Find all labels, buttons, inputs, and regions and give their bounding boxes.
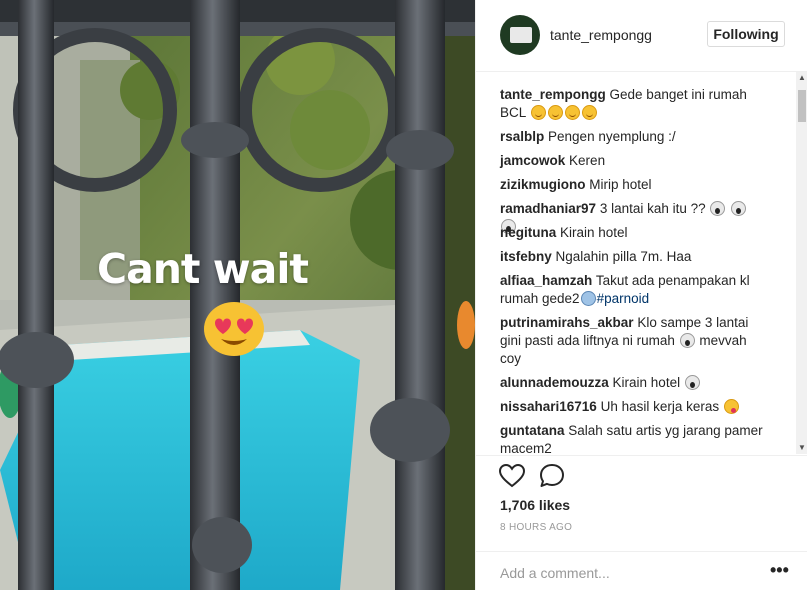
scream-emoji-icon [684,375,700,390]
comment-username[interactable]: putrinamirahs_akbar [500,315,634,330]
list-item: putrinamirahs_akbar Klo sampe 3 lantai g… [500,314,766,368]
comment-text: Ngalahin pilla 7m. Haa [555,249,692,264]
comment-text: 3 lantai kah itu ?? [599,201,706,216]
list-item: alunnademouzza Kirain hotel [500,374,766,392]
list-item: tante_rempongg Gede banget ini rumah BCL [500,86,766,122]
list-item: alfiaa_hamzah Takut ada penampakan kl ru… [500,272,766,308]
list-item: nissahari16716 Uh hasil kerja keras [500,398,766,416]
scream-emoji-icon [679,333,695,348]
comment-username[interactable]: negituna [500,225,556,240]
avatar[interactable] [500,15,540,55]
post-detail-panel: tante_rempongg Following tante_rempongg … [475,0,807,590]
smile-emoji-icon [581,105,597,120]
post-header: tante_rempongg Following [476,0,807,72]
comment-username[interactable]: zizikmugiono [500,177,586,192]
comment-text: Keren [569,153,606,168]
comment-username[interactable]: jamcowok [500,153,565,168]
scream-emoji-icon [731,201,747,216]
list-item: rsalblp Pengen nyemplung :/ [500,128,766,146]
comment-username[interactable]: alunnademouzza [500,375,609,390]
list-item: itsfebny Ngalahin pilla 7m. Haa [500,248,766,266]
comment-username[interactable]: ramadhaniar97 [500,201,596,216]
comment-username[interactable]: guntatana [500,423,565,438]
comment-scrollbar[interactable]: ▲ ▼ [796,72,807,454]
scroll-up-icon[interactable]: ▲ [798,74,806,82]
post-timestamp[interactable]: 8 HOURS AGO [500,522,572,533]
list-item: jamcowok Keren [500,152,766,170]
smile-emoji-icon [564,105,580,120]
list-item: negituna Kirain hotel [500,224,766,242]
comment-username[interactable]: nissahari16716 [500,399,597,414]
scroll-down-icon[interactable]: ▼ [798,444,806,452]
fearful-emoji-icon [580,291,596,306]
heart-icon[interactable] [498,462,526,490]
scrollbar-thumb[interactable] [798,90,806,122]
comment-text: Kirain hotel [560,225,628,240]
post-actions: 1,706 likes 8 HOURS AGO ••• [476,455,807,591]
comment-text: Pengen nyemplung :/ [548,129,676,144]
comment-bubble-icon[interactable] [538,462,566,490]
comment-username[interactable]: alfiaa_hamzah [500,273,592,288]
list-item: zizikmugiono Mirip hotel [500,176,766,194]
video-frame [0,0,475,590]
like-count[interactable]: 1,706 likes [500,497,570,513]
more-options-icon[interactable]: ••• [770,560,789,580]
comment-username[interactable]: rsalblp [500,129,544,144]
post-media[interactable]: Cant wait [0,0,475,590]
smile-emoji-icon [547,105,563,120]
author-username[interactable]: tante_rempongg [550,27,652,43]
comment-username[interactable]: itsfebny [500,249,552,264]
tongue-emoji-icon [723,399,739,414]
comment-text: Kirain hotel [612,375,681,390]
comment-text: Uh hasil kerja keras [600,399,720,414]
comment-input[interactable] [498,562,752,584]
add-comment-bar: ••• [476,551,807,592]
hashtag-link[interactable]: #parnoid [597,291,650,306]
smile-emoji-icon [530,105,546,120]
scream-emoji-icon [710,201,726,216]
heart-eyes-emoji-icon [204,302,264,356]
overlay-text: Cant wait [96,245,309,293]
comment-username[interactable]: tante_rempongg [500,87,606,102]
comment-list[interactable]: tante_rempongg Gede banget ini rumah BCL… [476,72,807,454]
following-button[interactable]: Following [707,21,785,47]
comment-text: Mirip hotel [589,177,652,192]
video-caption-overlay: Cant wait [0,245,475,293]
list-item: guntatana Salah satu artis yg jarang pam… [500,422,766,454]
